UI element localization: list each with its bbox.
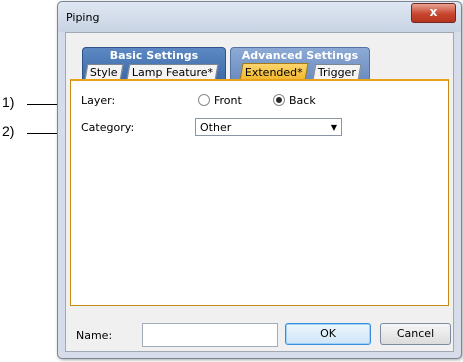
radio-label: Back bbox=[289, 94, 316, 107]
category-value: Other bbox=[200, 121, 232, 134]
radio-label: Front bbox=[214, 94, 242, 107]
tab-trigger[interactable]: Trigger bbox=[312, 64, 362, 80]
dropdown-arrow-icon: ▼ bbox=[330, 123, 337, 132]
layer-radio-front[interactable]: Front bbox=[198, 94, 242, 107]
radio-checked-icon bbox=[273, 94, 285, 106]
title-bar[interactable]: Piping x bbox=[58, 2, 461, 32]
layer-radio-back[interactable]: Back bbox=[273, 94, 316, 107]
dialog-client-area: Basic Settings Style Lamp Feature* Advan… bbox=[65, 32, 454, 352]
category-label: Category: bbox=[81, 121, 135, 134]
close-icon: x bbox=[429, 5, 438, 19]
tab-group-basic-settings: Basic Settings Style Lamp Feature* bbox=[82, 47, 226, 80]
radio-unchecked-icon bbox=[198, 94, 210, 106]
cancel-button[interactable]: Cancel bbox=[380, 323, 451, 345]
tab-group-label: Advanced Settings bbox=[241, 49, 359, 62]
tab-lamp-feature[interactable]: Lamp Feature* bbox=[126, 64, 219, 80]
window-title: Piping bbox=[66, 11, 100, 24]
tab-group-advanced-settings: Advanced Settings Extended* Trigger bbox=[230, 47, 370, 81]
tab-style[interactable]: Style bbox=[84, 64, 124, 80]
tab-label: Lamp Feature* bbox=[131, 66, 214, 79]
tab-group-label: Basic Settings bbox=[109, 49, 199, 62]
name-label: Name: bbox=[76, 329, 113, 342]
extended-settings-panel: Layer: Front Back Category: Other ▼ bbox=[70, 79, 449, 306]
tab-label: Trigger bbox=[317, 66, 356, 79]
callout-label: 1) bbox=[2, 94, 15, 110]
callout-label: 2) bbox=[2, 123, 15, 139]
category-dropdown[interactable]: Other ▼ bbox=[195, 118, 342, 136]
piping-dialog: Piping x Basic Settings Style Lamp Featu… bbox=[57, 1, 462, 359]
tab-label: Style bbox=[89, 66, 118, 79]
ok-button[interactable]: OK bbox=[285, 323, 371, 345]
close-button[interactable]: x bbox=[411, 3, 456, 23]
name-input[interactable] bbox=[142, 323, 278, 347]
layer-label: Layer: bbox=[81, 94, 116, 107]
